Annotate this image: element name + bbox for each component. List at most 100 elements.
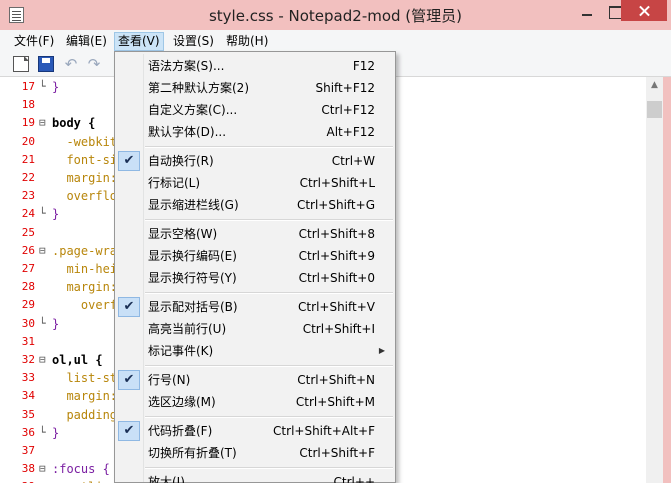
line-number: 26 [21, 243, 35, 257]
editor-line[interactable]: 35 padding [0, 406, 130, 424]
menu-item-shortcut: Ctrl+Shift+M [295, 395, 375, 409]
vertical-scrollbar[interactable]: ▲ [646, 77, 663, 483]
scroll-up-arrow-icon[interactable]: ▲ [646, 77, 663, 94]
view-menu-item[interactable]: 选区边缘(M) Ctrl+Shift+M [115, 391, 395, 413]
fold-line-icon: └ [39, 207, 46, 221]
view-menu-item[interactable]: 高亮当前行(U) Ctrl+Shift+I [115, 318, 395, 340]
menu-item-label: 切换所有折叠(T) [148, 446, 237, 460]
editor-line[interactable]: 39 outline [0, 478, 130, 483]
line-number: 29 [21, 298, 35, 312]
code-text: font-si [52, 152, 118, 167]
view-menu-dropdown: 语法方案(S)... F12 第二种默认方案(2) Shift+F12 自定义方案(C)… [114, 51, 396, 483]
menu-item-shortcut: Ctrl+Shift+9 [298, 249, 375, 263]
fold-toggle-icon[interactable]: ⊟ [39, 114, 51, 132]
view-menu-item[interactable]: 标记事件(K) ▶ [115, 340, 395, 362]
view-menu-item[interactable]: 显示缩进栏线(G) Ctrl+Shift+G [115, 194, 395, 216]
menu-view[interactable]: 查看(V) [114, 32, 164, 51]
menu-settings[interactable]: 设置(S) [170, 32, 217, 51]
view-menu-item[interactable]: 行标记(L) Ctrl+Shift+L [115, 172, 395, 194]
view-menu-item[interactable]: 自定义方案(C)... Ctrl+F12 [115, 99, 395, 121]
checkmark-icon: ✔ [118, 151, 140, 171]
editor-line[interactable]: 24 └} [0, 205, 130, 223]
close-button[interactable] [621, 0, 667, 21]
fold-toggle-icon[interactable]: ⊟ [39, 460, 51, 478]
editor-line[interactable]: 23 overflo [0, 187, 130, 205]
code-text: body { [52, 116, 96, 131]
view-menu-item[interactable]: 显示换行编码(E) Ctrl+Shift+9 [115, 245, 395, 267]
minimize-button[interactable] [572, 0, 602, 22]
new-file-icon[interactable] [13, 56, 29, 72]
menu-help[interactable]: 帮助(H) [223, 32, 271, 51]
menu-file[interactable]: 文件(F) [11, 32, 57, 51]
menu-item-label: 代码折叠(F) [148, 424, 213, 438]
menu-separator [145, 292, 393, 294]
editor-line[interactable]: 25 [0, 224, 130, 242]
view-menu-item[interactable]: 显示空格(W) Ctrl+Shift+8 [115, 223, 395, 245]
menu-item-shortcut: Ctrl+Shift+F [299, 446, 375, 460]
fold-line-icon: └ [39, 80, 46, 93]
line-number: 39 [0, 478, 35, 483]
line-number: 38 [21, 462, 35, 476]
view-menu-item[interactable]: ✔ 代码折叠(F) Ctrl+Shift+Alt+F [115, 420, 395, 442]
view-menu-item[interactable]: 切换所有折叠(T) Ctrl+Shift+F [115, 442, 395, 464]
view-menu-item[interactable]: 默认字体(D)... Alt+F12 [115, 121, 395, 143]
editor-line[interactable]: 37 [0, 442, 130, 460]
notepad-app-icon[interactable] [9, 7, 24, 23]
editor-line[interactable]: 36 └} [0, 424, 130, 442]
editor-line[interactable]: 20 -webkit [0, 133, 130, 151]
menu-edit[interactable]: 编辑(E) [63, 32, 110, 51]
menu-item-shortcut: Ctrl+Shift+Alt+F [273, 424, 375, 438]
save-icon[interactable] [38, 56, 54, 72]
menu-item-shortcut: Ctrl+Shift+I [302, 322, 375, 336]
menu-item-label: 第二种默认方案(2) [148, 81, 249, 95]
editor-line[interactable]: 34 margin: [0, 387, 130, 405]
menu-item-shortcut: Ctrl+Shift+G [296, 198, 375, 212]
editor-line[interactable]: 31 [0, 333, 130, 351]
code-text: margin: [52, 389, 118, 404]
code-text: :focus { [52, 462, 110, 477]
editor-line[interactable]: 26 ⊟ .page-wra [0, 242, 130, 260]
view-menu-item[interactable]: ✔ 自动换行(R) Ctrl+W [115, 150, 395, 172]
menu-item-shortcut: Ctrl+Shift+0 [298, 271, 375, 285]
menu-item-shortcut: Ctrl++ [333, 475, 375, 483]
view-menu-item[interactable]: ✔ 显示配对括号(B) Ctrl+Shift+V [115, 296, 395, 318]
editor-line[interactable]: 18 [0, 96, 130, 114]
code-text: ol,ul { [52, 353, 103, 367]
view-menu-item[interactable]: 语法方案(S)... F12 [115, 55, 395, 77]
view-menu-item[interactable]: 放大(I) Ctrl++ [115, 471, 395, 483]
view-menu-item[interactable]: 第二种默认方案(2) Shift+F12 [115, 77, 395, 99]
line-number: 37 [21, 444, 35, 457]
menu-item-shortcut: Ctrl+Shift+V [298, 300, 375, 314]
line-number: 32 [21, 353, 35, 366]
menu-bar: 文件(F) 编辑(E) 查看(V) 设置(S) 帮助(H) [0, 30, 671, 51]
menu-item-label: 显示换行编码(E) [148, 249, 237, 263]
line-number: 34 [21, 389, 35, 403]
code-text: .page-wra [52, 243, 118, 258]
menu-separator [145, 365, 393, 367]
editor-line[interactable]: 27 min-hei [0, 260, 130, 278]
view-menu-item[interactable]: ✔ 行号(N) Ctrl+Shift+N [115, 369, 395, 391]
editor-line[interactable]: 38 ⊟:focus { [0, 460, 130, 478]
redo-icon[interactable]: ↷ [86, 56, 102, 72]
editor-line[interactable]: 29 overf [0, 296, 130, 314]
line-number: 19 [21, 116, 35, 130]
fold-toggle-icon[interactable]: ⊟ [39, 351, 51, 369]
editor-line[interactable]: 17 └} [0, 78, 130, 96]
undo-icon[interactable]: ↶ [63, 56, 79, 72]
menu-separator [145, 467, 393, 469]
line-number: 23 [21, 189, 35, 203]
code-text: outline [52, 478, 117, 483]
scroll-thumb[interactable] [647, 101, 662, 118]
editor-line[interactable]: 21 font-si [0, 151, 130, 169]
editor-line[interactable]: 30 └} [0, 315, 130, 333]
editor-line[interactable]: 28 margin: [0, 278, 130, 296]
editor-line[interactable]: 19 ⊟ body { [0, 114, 130, 132]
menu-item-label: 标记事件(K) [148, 344, 214, 358]
fold-toggle-icon[interactable]: ⊟ [39, 242, 51, 260]
editor-line[interactable]: 22 margin: [0, 169, 130, 187]
view-menu-item[interactable]: 显示换行符号(Y) Ctrl+Shift+0 [115, 267, 395, 289]
line-number: 28 [21, 280, 35, 294]
editor-line[interactable]: 32 ⊟ ol,ul { [0, 351, 130, 369]
editor-line[interactable]: 33 list-st [0, 369, 130, 387]
line-number: 20 [21, 134, 35, 148]
